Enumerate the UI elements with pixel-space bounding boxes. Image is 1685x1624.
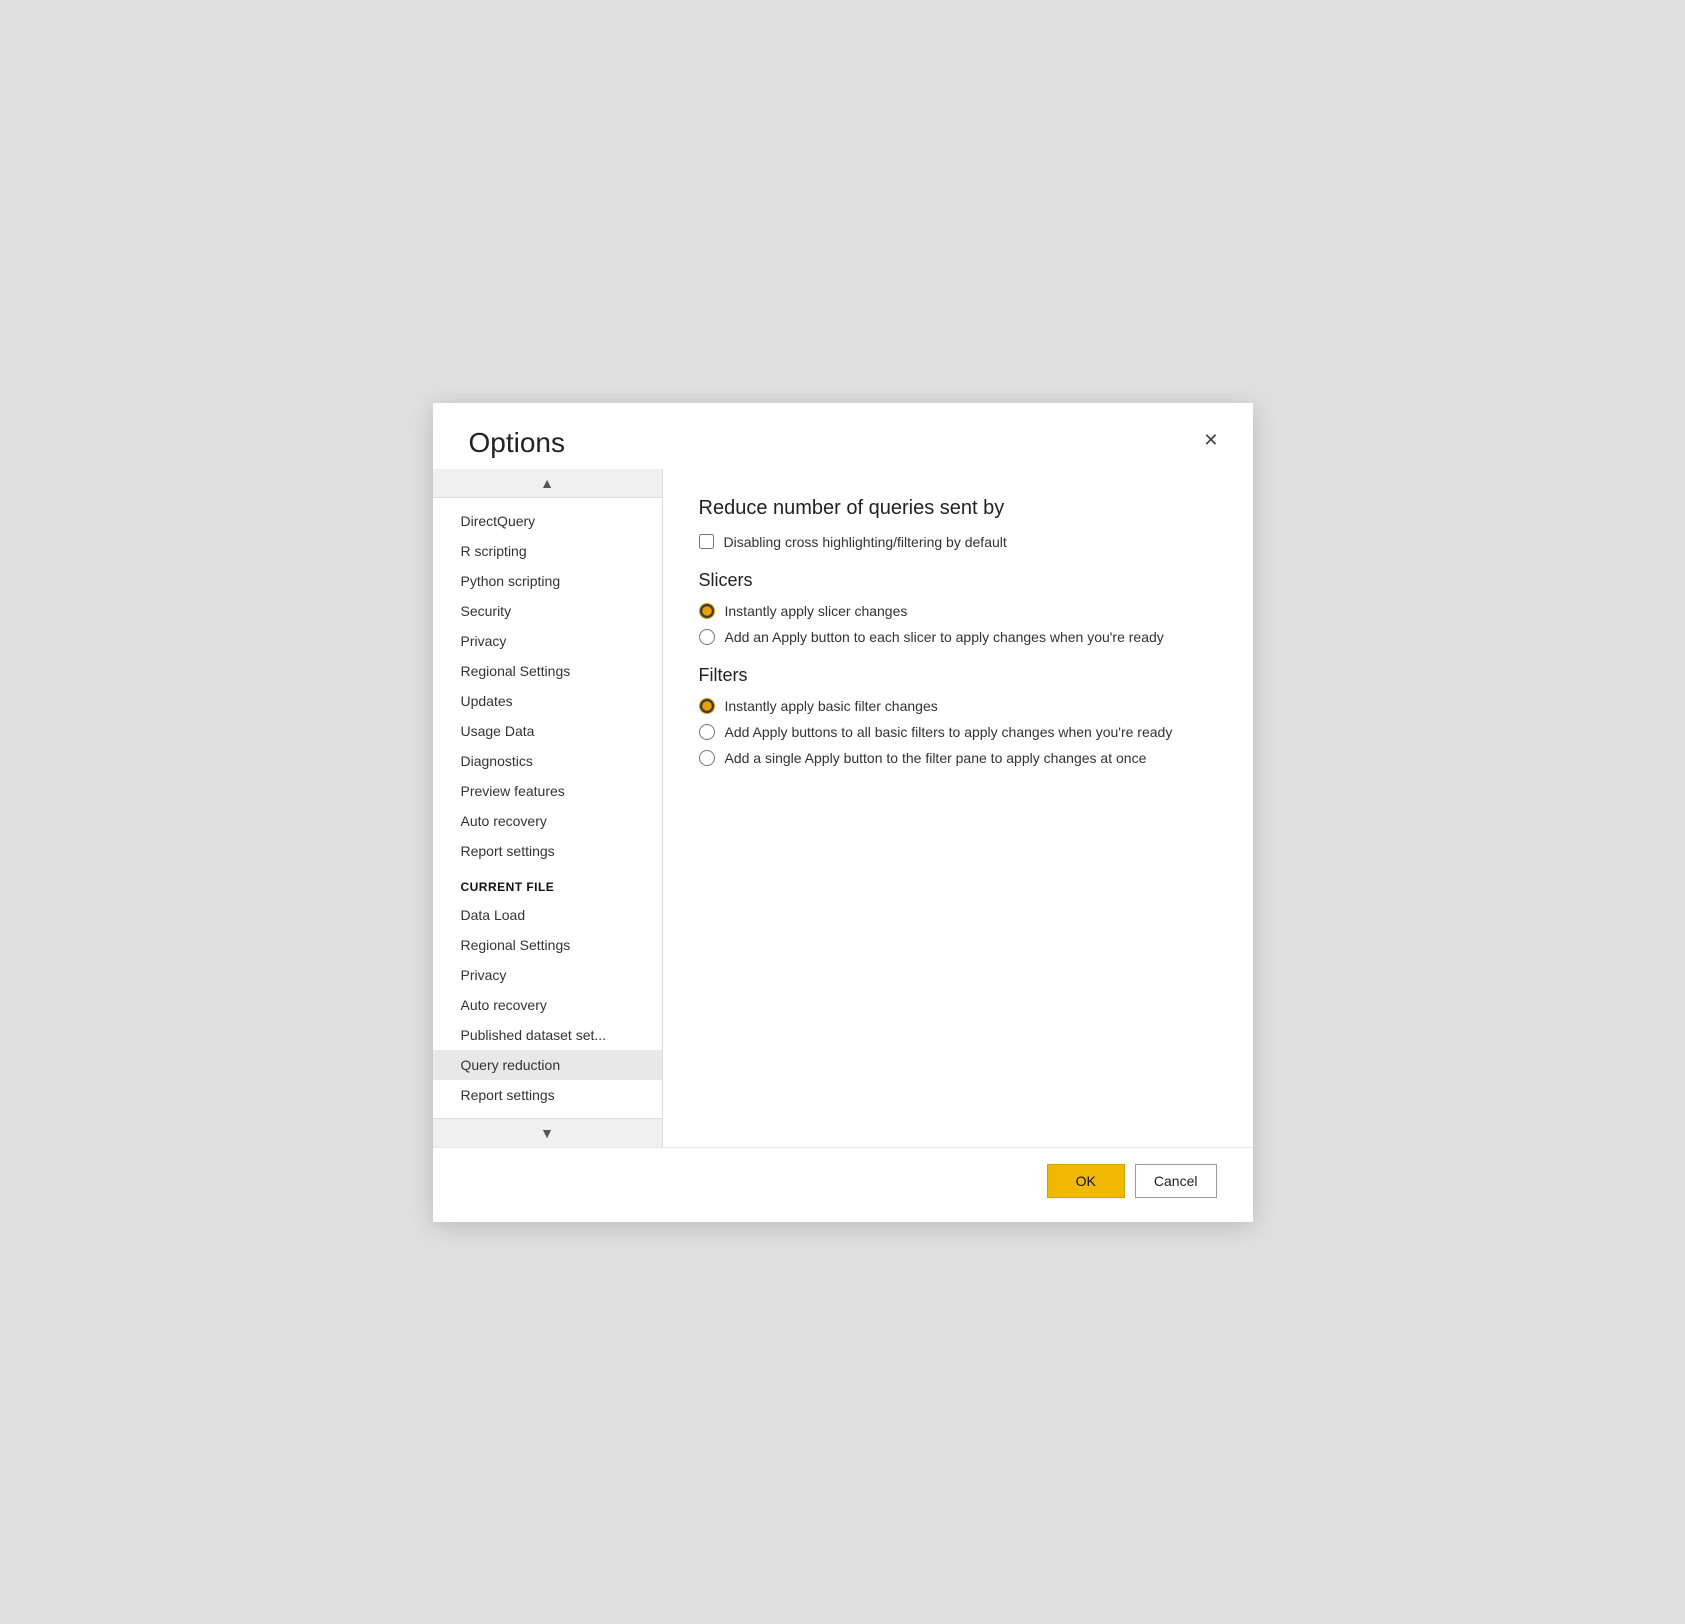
radio-row-instantly-filter[interactable]: Instantly apply basic filter changes bbox=[699, 698, 1217, 714]
radio-row-apply-buttons-filters[interactable]: Add Apply buttons to all basic filters t… bbox=[699, 724, 1217, 740]
sidebar-item-regional-settings-cf[interactable]: Regional Settings bbox=[433, 930, 662, 960]
dialog-footer: OK Cancel bbox=[433, 1147, 1253, 1222]
sidebar-item-report-settings[interactable]: Report settings bbox=[433, 836, 662, 866]
radio-apply-buttons-filters[interactable] bbox=[699, 724, 715, 740]
main-heading: Reduce number of queries sent by bbox=[699, 497, 1217, 520]
sidebar-item-usage-data[interactable]: Usage Data bbox=[433, 716, 662, 746]
slicers-radio-group: Instantly apply slicer changes Add an App… bbox=[699, 603, 1217, 645]
sidebar-item-auto-recovery-cf[interactable]: Auto recovery bbox=[433, 990, 662, 1020]
radio-single-apply-button[interactable] bbox=[699, 750, 715, 766]
sidebar-item-r-scripting[interactable]: R scripting bbox=[433, 536, 662, 566]
radio-row-apply-button-slicer[interactable]: Add an Apply button to each slicer to ap… bbox=[699, 629, 1217, 645]
scroll-up-button[interactable]: ▲ bbox=[433, 469, 662, 498]
sidebar-item-privacy[interactable]: Privacy bbox=[433, 626, 662, 656]
filters-title: Filters bbox=[699, 665, 1217, 686]
radio-instantly-filter[interactable] bbox=[699, 698, 715, 714]
sidebar-item-report-settings-cf[interactable]: Report settings bbox=[433, 1080, 662, 1110]
label-apply-button-slicer[interactable]: Add an Apply button to each slicer to ap… bbox=[725, 629, 1164, 645]
sidebar-item-query-reduction[interactable]: Query reduction bbox=[433, 1050, 662, 1080]
label-single-apply-button[interactable]: Add a single Apply button to the filter … bbox=[725, 750, 1147, 766]
current-file-items-container: Data LoadRegional SettingsPrivacyAuto re… bbox=[433, 900, 662, 1110]
sidebar-item-directquery[interactable]: DirectQuery bbox=[433, 506, 662, 536]
label-apply-buttons-filters[interactable]: Add Apply buttons to all basic filters t… bbox=[725, 724, 1173, 740]
sidebar-item-published-dataset[interactable]: Published dataset set... bbox=[433, 1020, 662, 1050]
sidebar-scroll: DirectQueryR scriptingPython scriptingSe… bbox=[433, 498, 662, 1118]
scroll-down-button[interactable]: ▼ bbox=[433, 1118, 662, 1147]
main-content: Reduce number of queries sent by Disabli… bbox=[663, 469, 1253, 1147]
sidebar-item-data-load[interactable]: Data Load bbox=[433, 900, 662, 930]
filters-radio-group: Instantly apply basic filter changes Add … bbox=[699, 698, 1217, 766]
sidebar-item-python-scripting[interactable]: Python scripting bbox=[433, 566, 662, 596]
label-instantly-slicer[interactable]: Instantly apply slicer changes bbox=[725, 603, 908, 619]
sidebar-item-preview-features[interactable]: Preview features bbox=[433, 776, 662, 806]
radio-apply-button-slicer[interactable] bbox=[699, 629, 715, 645]
sidebar-item-security[interactable]: Security bbox=[433, 596, 662, 626]
global-items-container: DirectQueryR scriptingPython scriptingSe… bbox=[433, 506, 662, 866]
radio-instantly-slicer[interactable] bbox=[699, 603, 715, 619]
cross-highlight-row: Disabling cross highlighting/filtering b… bbox=[699, 534, 1217, 550]
radio-row-single-apply-button[interactable]: Add a single Apply button to the filter … bbox=[699, 750, 1217, 766]
radio-row-instantly-slicer[interactable]: Instantly apply slicer changes bbox=[699, 603, 1217, 619]
label-instantly-filter[interactable]: Instantly apply basic filter changes bbox=[725, 698, 938, 714]
close-button[interactable]: ✕ bbox=[1197, 427, 1224, 453]
options-dialog: Options ✕ ▲ DirectQueryR scriptingPython… bbox=[433, 403, 1253, 1222]
sidebar: ▲ DirectQueryR scriptingPython scripting… bbox=[433, 469, 663, 1147]
dialog-body: ▲ DirectQueryR scriptingPython scripting… bbox=[433, 469, 1253, 1147]
sidebar-item-auto-recovery[interactable]: Auto recovery bbox=[433, 806, 662, 836]
ok-button[interactable]: OK bbox=[1047, 1164, 1125, 1198]
dialog-header: Options ✕ bbox=[433, 403, 1253, 469]
cancel-button[interactable]: Cancel bbox=[1135, 1164, 1217, 1198]
cross-highlight-label[interactable]: Disabling cross highlighting/filtering b… bbox=[724, 534, 1007, 550]
sidebar-item-updates[interactable]: Updates bbox=[433, 686, 662, 716]
dialog-title: Options bbox=[469, 427, 566, 459]
sidebar-item-regional-settings[interactable]: Regional Settings bbox=[433, 656, 662, 686]
slicers-title: Slicers bbox=[699, 570, 1217, 591]
sidebar-item-diagnostics[interactable]: Diagnostics bbox=[433, 746, 662, 776]
cross-highlight-checkbox[interactable] bbox=[699, 534, 714, 549]
sidebar-item-privacy-cf[interactable]: Privacy bbox=[433, 960, 662, 990]
current-file-header: CURRENT FILE bbox=[433, 866, 662, 900]
